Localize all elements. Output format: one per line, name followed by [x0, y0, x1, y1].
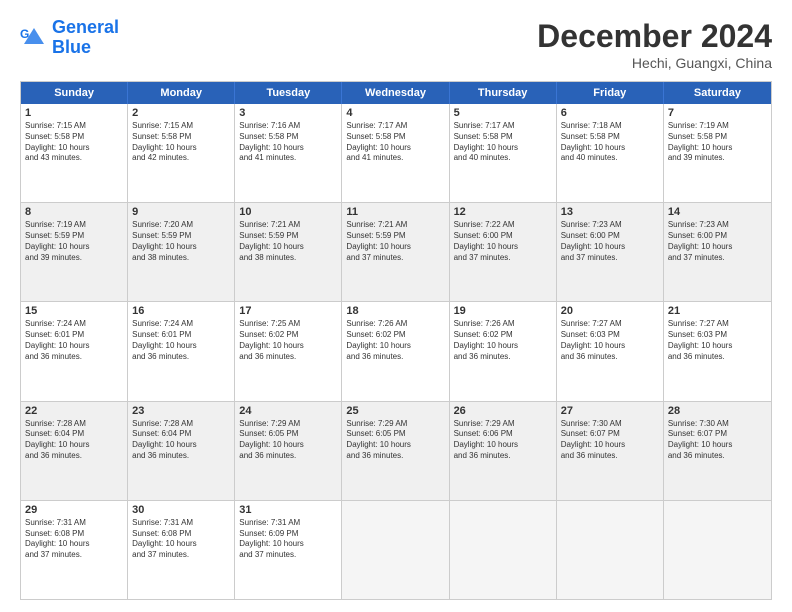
- cell-dec-17: 17 Sunrise: 7:25 AMSunset: 6:02 PMDaylig…: [235, 302, 342, 400]
- cell-dec-18: 18 Sunrise: 7:26 AMSunset: 6:02 PMDaylig…: [342, 302, 449, 400]
- cell-dec-30: 30 Sunrise: 7:31 AMSunset: 6:08 PMDaylig…: [128, 501, 235, 599]
- cell-dec-29: 29 Sunrise: 7:31 AMSunset: 6:08 PMDaylig…: [21, 501, 128, 599]
- cell-dec-7: 7 Sunrise: 7:19 AMSunset: 5:58 PMDayligh…: [664, 104, 771, 202]
- cell-empty-2: [450, 501, 557, 599]
- cell-dec-31: 31 Sunrise: 7:31 AMSunset: 6:09 PMDaylig…: [235, 501, 342, 599]
- cell-dec-22: 22 Sunrise: 7:28 AMSunset: 6:04 PMDaylig…: [21, 402, 128, 500]
- cell-dec-2: 2 Sunrise: 7:15 AMSunset: 5:58 PMDayligh…: [128, 104, 235, 202]
- logo-text: General Blue: [52, 18, 119, 58]
- dow-thursday: Thursday: [450, 82, 557, 104]
- week-row-5: 29 Sunrise: 7:31 AMSunset: 6:08 PMDaylig…: [21, 501, 771, 599]
- calendar: Sunday Monday Tuesday Wednesday Thursday…: [20, 81, 772, 600]
- dow-friday: Friday: [557, 82, 664, 104]
- cell-dec-16: 16 Sunrise: 7:24 AMSunset: 6:01 PMDaylig…: [128, 302, 235, 400]
- cell-dec-27: 27 Sunrise: 7:30 AMSunset: 6:07 PMDaylig…: [557, 402, 664, 500]
- dow-sunday: Sunday: [21, 82, 128, 104]
- cell-dec-13: 13 Sunrise: 7:23 AMSunset: 6:00 PMDaylig…: [557, 203, 664, 301]
- cell-dec-25: 25 Sunrise: 7:29 AMSunset: 6:05 PMDaylig…: [342, 402, 449, 500]
- cell-dec-23: 23 Sunrise: 7:28 AMSunset: 6:04 PMDaylig…: [128, 402, 235, 500]
- cell-dec-10: 10 Sunrise: 7:21 AMSunset: 5:59 PMDaylig…: [235, 203, 342, 301]
- week-row-1: 1 Sunrise: 7:15 AMSunset: 5:58 PMDayligh…: [21, 104, 771, 203]
- cell-dec-9: 9 Sunrise: 7:20 AMSunset: 5:59 PMDayligh…: [128, 203, 235, 301]
- calendar-body: 1 Sunrise: 7:15 AMSunset: 5:58 PMDayligh…: [21, 104, 771, 599]
- cell-dec-11: 11 Sunrise: 7:21 AMSunset: 5:59 PMDaylig…: [342, 203, 449, 301]
- week-row-2: 8 Sunrise: 7:19 AMSunset: 5:59 PMDayligh…: [21, 203, 771, 302]
- cell-dec-20: 20 Sunrise: 7:27 AMSunset: 6:03 PMDaylig…: [557, 302, 664, 400]
- cell-empty-4: [664, 501, 771, 599]
- month-title: December 2024: [537, 18, 772, 55]
- cell-dec-12: 12 Sunrise: 7:22 AMSunset: 6:00 PMDaylig…: [450, 203, 557, 301]
- dow-tuesday: Tuesday: [235, 82, 342, 104]
- logo: G General Blue: [20, 18, 119, 58]
- week-row-4: 22 Sunrise: 7:28 AMSunset: 6:04 PMDaylig…: [21, 402, 771, 501]
- week-row-3: 15 Sunrise: 7:24 AMSunset: 6:01 PMDaylig…: [21, 302, 771, 401]
- header: G General Blue December 2024 Hechi, Guan…: [20, 18, 772, 71]
- cell-dec-15: 15 Sunrise: 7:24 AMSunset: 6:01 PMDaylig…: [21, 302, 128, 400]
- dow-saturday: Saturday: [664, 82, 771, 104]
- cell-dec-26: 26 Sunrise: 7:29 AMSunset: 6:06 PMDaylig…: [450, 402, 557, 500]
- cell-dec-24: 24 Sunrise: 7:29 AMSunset: 6:05 PMDaylig…: [235, 402, 342, 500]
- cell-dec-19: 19 Sunrise: 7:26 AMSunset: 6:02 PMDaylig…: [450, 302, 557, 400]
- cell-dec-1: 1 Sunrise: 7:15 AMSunset: 5:58 PMDayligh…: [21, 104, 128, 202]
- cell-dec-6: 6 Sunrise: 7:18 AMSunset: 5:58 PMDayligh…: [557, 104, 664, 202]
- dow-monday: Monday: [128, 82, 235, 104]
- logo-icon: G: [20, 24, 48, 52]
- cell-dec-8: 8 Sunrise: 7:19 AMSunset: 5:59 PMDayligh…: [21, 203, 128, 301]
- cell-dec-28: 28 Sunrise: 7:30 AMSunset: 6:07 PMDaylig…: [664, 402, 771, 500]
- location: Hechi, Guangxi, China: [537, 55, 772, 71]
- dow-wednesday: Wednesday: [342, 82, 449, 104]
- cell-dec-21: 21 Sunrise: 7:27 AMSunset: 6:03 PMDaylig…: [664, 302, 771, 400]
- cell-dec-3: 3 Sunrise: 7:16 AMSunset: 5:58 PMDayligh…: [235, 104, 342, 202]
- cell-empty-1: [342, 501, 449, 599]
- cell-dec-4: 4 Sunrise: 7:17 AMSunset: 5:58 PMDayligh…: [342, 104, 449, 202]
- cell-empty-3: [557, 501, 664, 599]
- logo-line1: General: [52, 17, 119, 37]
- page: G General Blue December 2024 Hechi, Guan…: [0, 0, 792, 612]
- title-block: December 2024 Hechi, Guangxi, China: [537, 18, 772, 71]
- cell-dec-5: 5 Sunrise: 7:17 AMSunset: 5:58 PMDayligh…: [450, 104, 557, 202]
- logo-line2: Blue: [52, 37, 91, 57]
- calendar-header: Sunday Monday Tuesday Wednesday Thursday…: [21, 82, 771, 104]
- cell-dec-14: 14 Sunrise: 7:23 AMSunset: 6:00 PMDaylig…: [664, 203, 771, 301]
